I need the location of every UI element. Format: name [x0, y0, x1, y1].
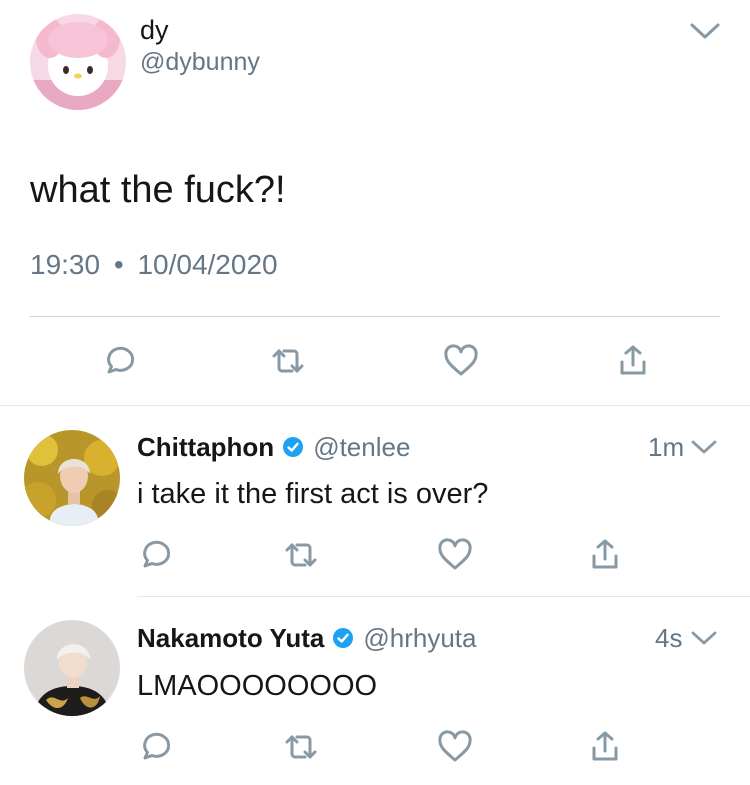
reply-name-row: Nakamoto Yuta @hrhyuta [137, 621, 476, 655]
share-icon[interactable] [617, 344, 649, 378]
reply-time-ago: 1m [648, 432, 685, 462]
share-icon[interactable] [589, 730, 621, 764]
chevron-down-icon[interactable] [690, 438, 718, 456]
main-tweet-timestamp: 19:30 • 10/04/2020 [30, 248, 278, 282]
chevron-down-icon[interactable] [688, 20, 722, 42]
reply-divider [137, 596, 750, 597]
retweet-icon[interactable] [270, 344, 306, 378]
chevron-down-icon[interactable] [690, 629, 718, 647]
reply-avatar[interactable] [24, 620, 120, 716]
main-tweet-text: what the fuck?! [30, 169, 286, 211]
main-tweet-handle[interactable]: @dybunny [140, 46, 260, 78]
reply-icon[interactable] [137, 538, 171, 572]
main-tweet-display-name[interactable]: dy [140, 13, 169, 47]
heart-icon[interactable] [437, 730, 473, 764]
reply-display-name[interactable]: Chittaphon [137, 432, 274, 463]
verified-badge-icon [332, 627, 354, 649]
reply-text: i take it the first act is over? [137, 478, 489, 510]
main-tweet-avatar[interactable] [30, 14, 126, 110]
heart-icon[interactable] [437, 538, 473, 572]
heart-icon[interactable] [443, 344, 479, 378]
divider [30, 316, 720, 317]
share-icon[interactable] [589, 538, 621, 572]
verified-badge-icon [282, 436, 304, 458]
reply-text: LMAOOOOOOOO [137, 670, 378, 702]
reply-icon[interactable] [101, 344, 135, 378]
reply-handle[interactable]: @tenlee [313, 432, 410, 463]
reply-handle[interactable]: @hrhyuta [363, 623, 476, 654]
timestamp-separator: • [113, 249, 124, 280]
reply-icon[interactable] [137, 730, 171, 764]
reply-display-name[interactable]: Nakamoto Yuta [137, 623, 324, 654]
main-tweet-time: 19:30 [30, 249, 101, 280]
reply-time-ago: 4s [655, 623, 683, 653]
thread-divider [0, 405, 750, 406]
reply-avatar[interactable] [24, 430, 120, 526]
main-tweet-date: 10/04/2020 [137, 249, 278, 280]
retweet-icon[interactable] [283, 538, 319, 572]
reply-name-row: Chittaphon @tenlee [137, 430, 410, 464]
retweet-icon[interactable] [283, 730, 319, 764]
